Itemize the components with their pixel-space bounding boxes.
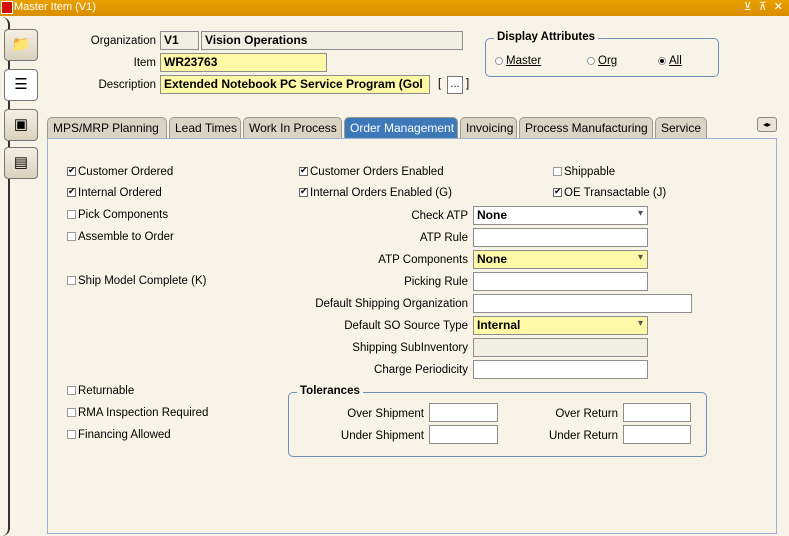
internal-orders-enabled-checkbox[interactable]: Internal Orders Enabled (G)	[299, 186, 452, 199]
over-return-field[interactable]	[623, 403, 691, 422]
item-list-icon[interactable]: ▤	[4, 147, 38, 179]
ship-model-complete-box[interactable]	[67, 276, 76, 285]
oracle-app-icon	[1, 1, 13, 14]
master-item-window: Master Item (V1) ⊻ ⊼ ✕ 📁 ☰ ▣ ▤ Organizat…	[0, 0, 789, 536]
default-shipping-org-field[interactable]	[473, 294, 692, 313]
default-so-source-type-select[interactable]: Internal	[473, 316, 648, 335]
shipping-subinventory-field[interactable]	[473, 338, 648, 357]
window-controls[interactable]: ⊻ ⊼ ✕	[744, 0, 785, 13]
under-shipment-field[interactable]	[429, 425, 498, 444]
radio-all-dot[interactable]	[658, 57, 666, 65]
radio-org[interactable]: Org	[587, 55, 617, 67]
internal-orders-enabled-box[interactable]	[299, 186, 308, 197]
tab-work-in-process[interactable]: Work In Process	[243, 117, 342, 138]
picking-rule-field[interactable]	[473, 272, 648, 291]
customer-ordered-box[interactable]	[67, 165, 76, 176]
radio-master-dot[interactable]	[495, 57, 503, 65]
atp-components-select[interactable]: None	[473, 250, 648, 269]
pick-components-box[interactable]	[67, 210, 76, 219]
toolbar-sidebar: 📁 ☰ ▣ ▤	[0, 17, 44, 536]
shipping-subinventory-label: Shipping SubInventory	[352, 342, 468, 354]
over-return-label: Over Return	[555, 408, 618, 420]
picking-rule-label: Picking Rule	[404, 276, 468, 288]
item-label: Item	[133, 57, 156, 69]
ship-model-complete-checkbox[interactable]: Ship Model Complete (K)	[67, 275, 206, 287]
description-ellipsis-button[interactable]: ...	[447, 76, 463, 94]
tolerances-title: Tolerances	[297, 385, 363, 397]
shippable-box[interactable]	[553, 167, 562, 176]
over-shipment-label: Over Shipment	[347, 408, 424, 420]
atp-rule-label: ATP Rule	[419, 232, 468, 244]
tab-scroll-button[interactable]: ◂▸	[757, 117, 777, 132]
desc-bracket-left: [	[438, 78, 442, 90]
organization-code-field[interactable]: V1	[160, 31, 199, 50]
radio-org-dot[interactable]	[587, 57, 595, 65]
shippable-checkbox[interactable]: Shippable	[553, 166, 615, 178]
over-shipment-field[interactable]	[429, 403, 498, 422]
tab-process-manufacturing[interactable]: Process Manufacturing	[519, 117, 653, 138]
default-so-source-type-label: Default SO Source Type	[344, 320, 468, 332]
under-shipment-label: Under Shipment	[340, 430, 424, 442]
customer-ordered-checkbox[interactable]: Customer Ordered	[67, 165, 173, 178]
customer-orders-enabled-checkbox[interactable]: Customer Orders Enabled	[299, 165, 444, 178]
atp-rule-field[interactable]	[473, 228, 648, 247]
window-title: Master Item (V1)	[14, 1, 96, 13]
organization-label: Organization	[90, 35, 156, 47]
internal-ordered-box[interactable]	[67, 186, 76, 197]
rma-inspection-required-checkbox[interactable]: RMA Inspection Required	[67, 407, 208, 419]
charge-periodicity-field[interactable]	[473, 360, 648, 379]
check-atp-label: Check ATP	[411, 210, 468, 222]
returnable-checkbox[interactable]: Returnable	[67, 385, 134, 397]
assemble-to-order-box[interactable]	[67, 232, 76, 241]
display-attributes-title: Display Attributes	[494, 31, 598, 43]
rma-inspection-required-box[interactable]	[67, 408, 76, 417]
tab-service[interactable]: Service	[655, 117, 707, 138]
tab-lead-times[interactable]: Lead Times	[169, 117, 241, 138]
folder-icon[interactable]: 📁	[4, 29, 38, 61]
description-label: Description	[98, 79, 156, 91]
financing-allowed-box[interactable]	[67, 430, 76, 439]
charge-periodicity-label: Charge Periodicity	[374, 364, 468, 376]
tab-mps-mrp-planning[interactable]: MPS/MRP Planning	[47, 117, 167, 138]
pick-components-checkbox[interactable]: Pick Components	[67, 209, 168, 221]
description-field[interactable]: Extended Notebook PC Service Program (Go…	[160, 75, 430, 94]
under-return-field[interactable]	[623, 425, 691, 444]
atp-components-label: ATP Components	[378, 254, 468, 266]
oe-transactable-box[interactable]	[553, 186, 562, 197]
tab-invoicing[interactable]: Invoicing	[460, 117, 517, 138]
organization-name-field[interactable]: Vision Operations	[201, 31, 463, 50]
title-bar: Master Item (V1) ⊻ ⊼ ✕	[0, 0, 789, 16]
returnable-box[interactable]	[67, 386, 76, 395]
tab-order-management[interactable]: Order Management	[344, 117, 458, 138]
oe-transactable-checkbox[interactable]: OE Transactable (J)	[553, 186, 666, 199]
under-return-label: Under Return	[548, 430, 618, 442]
financing-allowed-checkbox[interactable]: Financing Allowed	[67, 429, 171, 441]
radio-master[interactable]: Master	[495, 55, 541, 67]
item-field[interactable]: WR23763	[160, 53, 327, 72]
customer-orders-enabled-box[interactable]	[299, 165, 308, 176]
check-atp-select[interactable]: None	[473, 206, 648, 225]
catalog-icon[interactable]: ▣	[4, 109, 38, 141]
assemble-to-order-checkbox[interactable]: Assemble to Order	[67, 231, 174, 243]
radio-all[interactable]: All	[658, 55, 682, 67]
desc-bracket-right: ]	[466, 78, 470, 90]
list-icon[interactable]: ☰	[4, 69, 38, 101]
default-shipping-org-label: Default Shipping Organization	[315, 298, 468, 310]
internal-ordered-checkbox[interactable]: Internal Ordered	[67, 186, 162, 199]
